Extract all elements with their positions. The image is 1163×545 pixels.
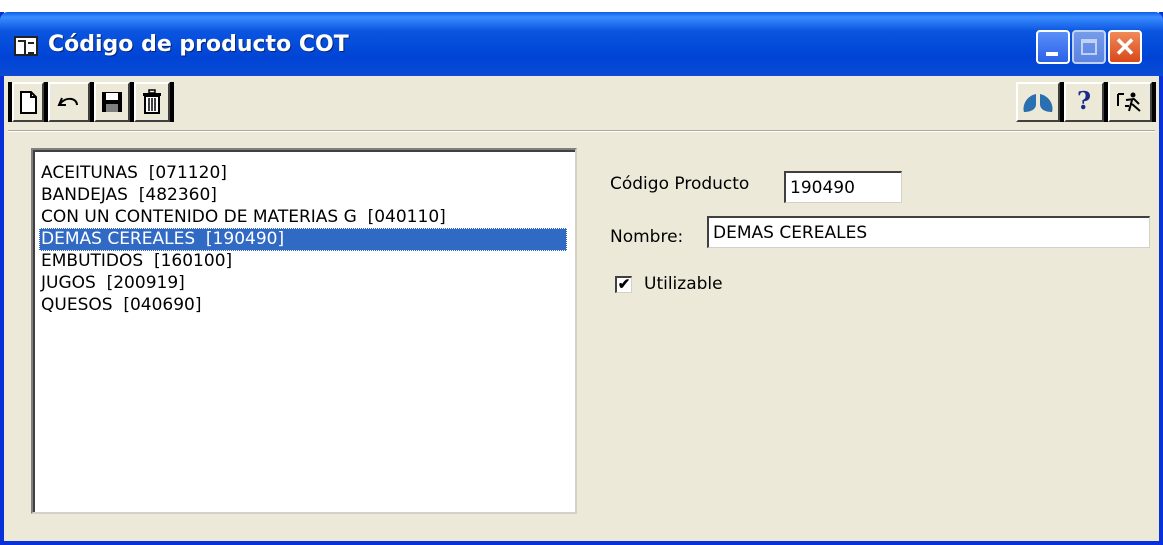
product-code-window: Código de producto COT ✕ ? ACEITUNAS [07… xyxy=(0,12,1163,545)
nombre-field[interactable]: DEMAS CEREALES xyxy=(707,216,1150,248)
close-button[interactable]: ✕ xyxy=(1108,30,1142,64)
utilizable-checkbox[interactable]: ✔ xyxy=(615,276,632,293)
app-icon[interactable] xyxy=(14,36,38,56)
toolbar-divider xyxy=(8,130,1155,132)
list-item[interactable]: JUGOS [200919] xyxy=(39,272,567,295)
list-item[interactable]: CON UN CONTENIDO DE MATERIAS G [040110] xyxy=(39,206,567,229)
window-title: Código de producto COT xyxy=(48,32,349,57)
utilizable-label: Utilizable xyxy=(644,274,723,294)
codigo-label: Código Producto xyxy=(610,174,750,194)
close-icon: ✕ xyxy=(1114,32,1136,62)
delete-icon xyxy=(143,89,161,114)
save-icon xyxy=(102,92,122,112)
lungs-button[interactable] xyxy=(1016,82,1060,122)
help-icon: ? xyxy=(1076,86,1092,115)
delete-button[interactable] xyxy=(134,82,170,122)
new-icon xyxy=(20,91,37,114)
list-item[interactable]: BANDEJAS [482360] xyxy=(39,184,567,207)
undo-icon xyxy=(57,97,78,106)
undo-button[interactable] xyxy=(48,82,90,122)
exit-icon xyxy=(1117,92,1141,112)
title-bar[interactable]: Código de producto COT ✕ xyxy=(0,12,1163,76)
lungs-icon xyxy=(1023,94,1053,112)
codigo-field[interactable]: 190490 xyxy=(784,171,902,203)
maximize-button[interactable] xyxy=(1072,30,1106,64)
list-item[interactable]: DEMAS CEREALES [190490] xyxy=(39,228,567,251)
product-list[interactable]: ACEITUNAS [071120] BANDEJAS [482360] CON U… xyxy=(31,148,577,514)
minimize-button[interactable] xyxy=(1036,30,1070,64)
list-item[interactable]: QUESOS [040690] xyxy=(39,294,567,317)
nombre-label: Nombre: xyxy=(610,227,684,247)
new-button[interactable] xyxy=(12,82,44,122)
exit-button[interactable] xyxy=(1108,82,1152,122)
help-button[interactable]: ? xyxy=(1064,82,1104,122)
save-button[interactable] xyxy=(94,82,130,122)
list-item[interactable]: ACEITUNAS [071120] xyxy=(39,162,567,185)
list-item[interactable]: EMBUTIDOS [160100] xyxy=(39,250,567,273)
